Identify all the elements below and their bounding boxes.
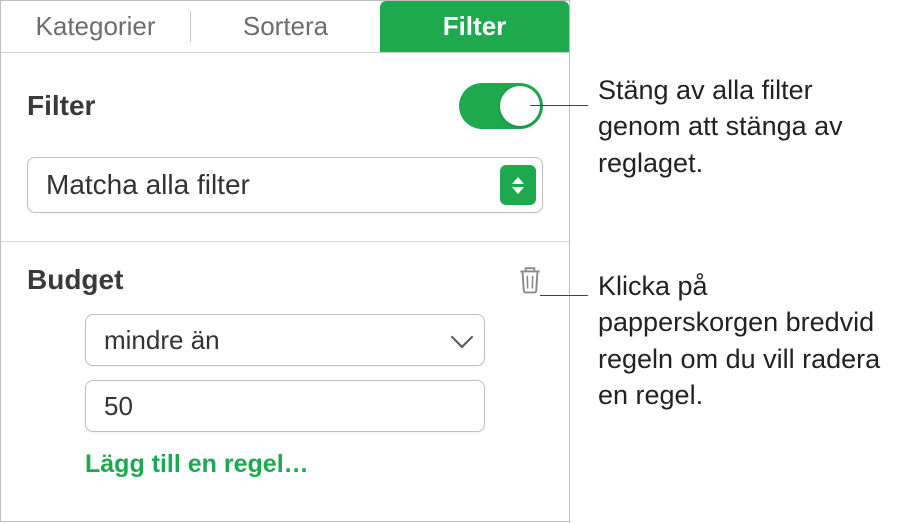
- rule-header: Budget: [27, 264, 543, 296]
- panel-body: Filter Matcha alla filter Budget mindr: [1, 53, 569, 479]
- match-select-value: Matcha alla filter: [46, 169, 250, 201]
- updown-icon: [500, 165, 536, 205]
- tab-categories-label: Kategorier: [36, 11, 156, 42]
- tab-sort-label: Sortera: [243, 11, 328, 42]
- filter-toggle[interactable]: [459, 83, 543, 129]
- operator-select[interactable]: mindre än: [85, 314, 485, 366]
- tab-bar: Kategorier Sortera Filter: [1, 1, 569, 53]
- tab-filter-label: Filter: [443, 11, 507, 42]
- tab-categories[interactable]: Kategorier: [1, 1, 190, 52]
- filter-header-row: Filter: [27, 83, 543, 129]
- add-rule-link[interactable]: Lägg till en regel…: [85, 450, 485, 479]
- tab-filter[interactable]: Filter: [380, 1, 569, 52]
- divider: [1, 241, 569, 242]
- callout-toggle: Stäng av alla filter genom att stänga av…: [598, 72, 878, 181]
- chevron-down-icon: [451, 326, 474, 349]
- tab-sort[interactable]: Sortera: [191, 1, 380, 52]
- callout-line-trash: [540, 295, 588, 296]
- callout-line-toggle: [530, 105, 588, 106]
- value-input[interactable]: [85, 380, 485, 432]
- match-select[interactable]: Matcha alla filter: [27, 157, 543, 213]
- filter-panel: Kategorier Sortera Filter Filter Matcha …: [0, 0, 570, 522]
- rule-title: Budget: [27, 264, 123, 296]
- toggle-knob: [500, 86, 540, 126]
- callout-trash: Klicka på papperskorgen bredvid regeln o…: [598, 268, 888, 414]
- rule-body: mindre än Lägg till en regel…: [27, 314, 543, 479]
- operator-select-value: mindre än: [104, 325, 220, 356]
- filter-heading: Filter: [27, 90, 95, 122]
- trash-icon[interactable]: [517, 265, 543, 295]
